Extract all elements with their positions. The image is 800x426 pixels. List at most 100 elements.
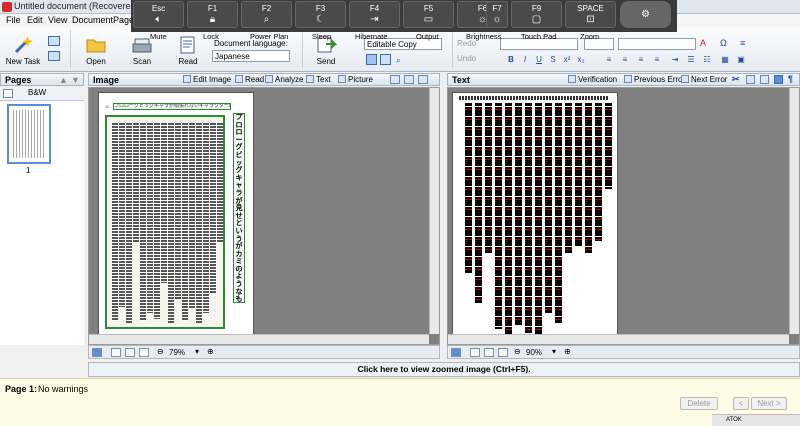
show-formatting-icon[interactable] [774,75,783,84]
next-error-tool[interactable]: Next Error [681,75,727,84]
image-vertical-scrollbar[interactable] [429,88,439,334]
open-button[interactable]: Open [82,35,110,66]
fkey-f5[interactable]: F5 ▭ [403,1,454,28]
image-view[interactable]: プロローグビッグキャラが頑張れないキャラクターに 10 プロローグビッグキャラが… [88,87,440,345]
fit-width-icon[interactable] [125,348,135,357]
previous-warning-button[interactable]: < [733,397,749,410]
taskbar-ime-strip: ATOK [712,414,800,426]
underline-button[interactable]: U [534,55,544,65]
subscript-button[interactable]: x₂ [576,55,586,65]
read-icon [235,75,243,83]
fkey-space[interactable]: SPACE ⊡ [565,1,616,28]
zoom-icon[interactable]: ⌕ [396,55,401,66]
warning-message: No warnings [38,384,89,394]
fkey-f4[interactable]: F4 ⇥ [349,1,400,28]
fkey-f9[interactable]: F9 ▢ [511,1,562,28]
menu-document[interactable]: Document [72,15,113,25]
text-actual-size-icon[interactable] [498,348,508,357]
align-left-icon[interactable]: ≡ [604,55,614,65]
heading-text-block[interactable]: プロローグビッグキャラが頑張れないキャラクターに [113,103,231,110]
bold-button[interactable]: B [506,55,516,65]
text-view[interactable] [447,87,800,345]
picture-area-tool[interactable]: Picture [338,75,373,84]
fkey-f7[interactable]: F7 ☼ [486,1,508,28]
pages-panel-title: Pages [5,75,32,85]
analyze-tool[interactable]: Analyze [265,75,303,84]
text-color-icon[interactable]: A [700,38,706,48]
fkey-settings[interactable]: ⚙︎ [620,1,671,28]
zoom-out-icon[interactable]: ⊖ [157,347,164,356]
delete-warning-button[interactable]: Delete [680,397,718,410]
list-icon[interactable]: ☰ [686,55,696,65]
text-zoom-menu-icon[interactable] [451,348,461,357]
page-down-icon[interactable]: ▼ [71,75,80,85]
text-fit-width-icon[interactable] [484,348,494,357]
fkey-f3[interactable]: F3 ☾ [295,1,346,28]
fkey-f2[interactable]: F2 ⌕ [241,1,292,28]
fkey-f1[interactable]: F1 🔒︎ [187,1,238,28]
new-task-button[interactable]: New Task [5,35,41,66]
fkey-label-lock: Lock [203,32,219,41]
verification-tool[interactable]: Verification [568,75,617,84]
read-button[interactable]: Read [174,35,202,66]
actual-size-icon[interactable] [139,348,149,357]
menu-view[interactable]: View [48,15,67,25]
text-vertical-scrollbar[interactable] [789,88,799,334]
justify-icon[interactable]: ≡ [652,55,662,65]
page-thumbnail[interactable] [7,104,51,164]
next-warning-button[interactable]: Next > [751,397,787,410]
text-horizontal-scrollbar[interactable] [448,334,789,344]
copy-icon[interactable] [48,36,60,46]
previous-error-tool[interactable]: Previous Error [624,75,685,84]
paste-icon[interactable] [760,75,769,84]
zoom-in-icon[interactable]: ⊕ [207,347,214,356]
cut-icon[interactable]: ✂ [732,74,740,85]
barcode-area-icon[interactable] [404,75,414,84]
picture-icon[interactable]: ▣ [736,55,746,65]
text-zoom-in-icon[interactable]: ⊕ [564,347,571,356]
align-center-icon[interactable]: ≡ [620,55,630,65]
text-zoom-out-icon[interactable]: ⊖ [514,347,521,356]
numbered-list-icon[interactable]: ☷ [702,55,712,65]
indent-icon[interactable]: ⇥ [670,55,680,65]
font-select[interactable] [618,38,696,50]
fit-page-icon[interactable] [111,348,121,357]
menu-edit[interactable]: Edit [27,15,43,25]
italic-button[interactable]: I [520,55,530,65]
settings-icon[interactable] [48,51,60,61]
doc-language-select[interactable] [212,50,290,62]
layout-toggle-1[interactable] [366,54,377,65]
pilcrow-icon[interactable]: ¶ [788,74,793,84]
edit-image-tool[interactable]: Edit Image [183,75,231,84]
undo-button[interactable]: Undo [457,54,476,63]
menu-file[interactable]: File [6,15,21,25]
thumb-view-icon[interactable] [3,89,13,98]
image-zoom-value[interactable]: 79% [169,348,185,357]
table-icon[interactable]: ▦ [720,55,730,65]
panel-layout-icon[interactable] [418,75,428,84]
gear-icon: ⚙︎ [641,9,650,20]
read-tool[interactable]: Read [235,75,264,84]
zoom-dropdown-icon[interactable]: ▾ [195,347,199,356]
image-zoom-menu-icon[interactable] [92,348,102,357]
zoomed-image-bar[interactable]: Click here to view zoomed image (Ctrl+F5… [88,362,800,377]
text-zoom-dropdown-icon[interactable]: ▾ [552,347,556,356]
format-icon[interactable]: ≡ [740,38,745,48]
align-right-icon[interactable]: ≡ [636,55,646,65]
text-area-tool[interactable]: Text [306,75,331,84]
layout-toggle-2[interactable] [380,54,391,65]
page-up-icon[interactable]: ▲ [59,75,68,85]
body-text-block[interactable] [105,115,225,329]
copy-text-icon[interactable] [746,75,755,84]
image-horizontal-scrollbar[interactable] [89,334,429,344]
bw-mode-toggle[interactable]: B&W [28,88,46,97]
table-area-icon[interactable] [390,75,400,84]
vertical-heading-block[interactable]: プロローグビッグキャラが見せというがカミのようなもの [233,113,245,303]
text-zoom-value[interactable]: 90% [526,348,542,357]
fkey-esc[interactable]: Esc 🔈︎ [133,1,184,28]
strike-button[interactable]: S [548,55,558,65]
omega-icon[interactable]: Ω [720,38,727,48]
text-fit-page-icon[interactable] [470,348,480,357]
ime-language-indicator[interactable]: ATOK [726,417,742,423]
superscript-button[interactable]: x² [562,55,572,65]
